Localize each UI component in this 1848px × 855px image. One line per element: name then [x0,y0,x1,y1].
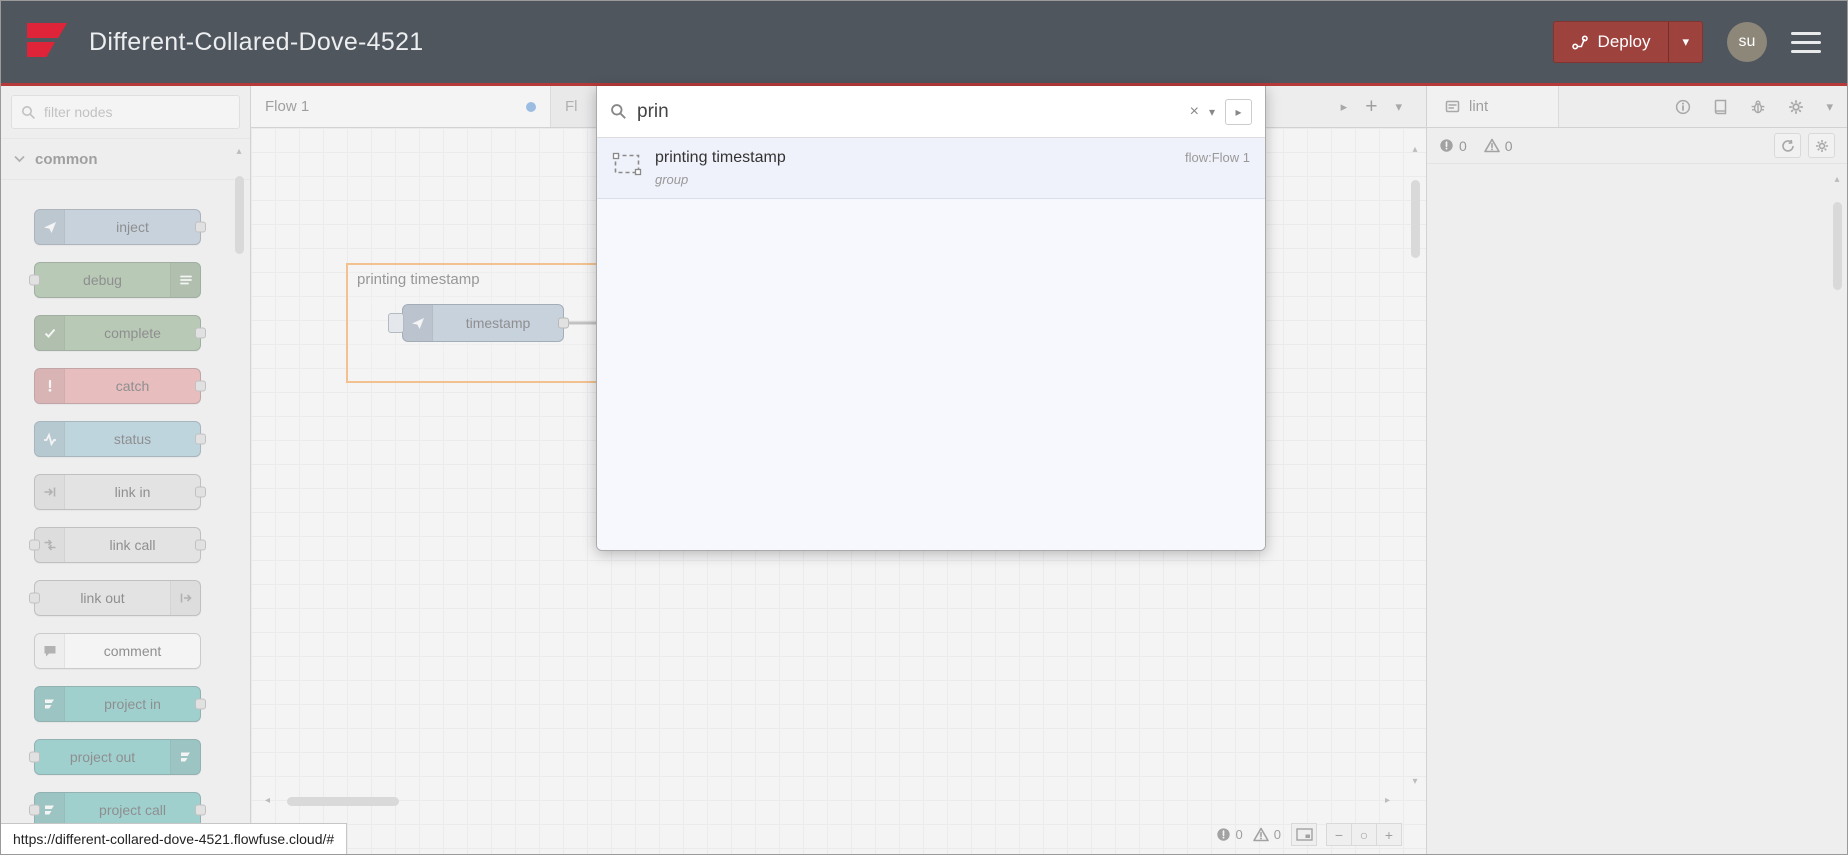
deploy-button-main[interactable]: Deploy [1554,22,1669,62]
search-results-list: printing timestamp flow:Flow 1 group [597,138,1265,550]
search-dialog: × ▾ ▸ printing timestamp flow:Flow 1 gro… [596,86,1266,551]
search-result-flow: flow:Flow 1 [1184,150,1250,165]
flowfuse-logo-icon [27,23,67,61]
search-input[interactable] [637,100,1180,123]
deploy-button[interactable]: Deploy ▾ [1552,21,1703,63]
deploy-icon [1571,34,1588,50]
search-history-caret-icon[interactable]: ▾ [1209,105,1215,119]
deploy-label: Deploy [1597,32,1651,51]
search-options-button[interactable]: ▸ [1225,98,1252,125]
search-result-text: printing timestamp flow:Flow 1 group [655,149,1250,187]
avatar-initials: su [1738,33,1756,50]
main-menu-button[interactable] [1791,31,1821,53]
search-input-row: × ▾ ▸ [597,86,1265,138]
group-icon [612,152,642,187]
clear-search-icon[interactable]: × [1190,103,1199,121]
node-red-editor: Different-Collared-Dove-4521 Deploy ▾ su [0,0,1848,855]
search-icon [610,103,627,120]
user-avatar[interactable]: su [1727,22,1767,62]
chevron-down-icon: ▾ [1682,34,1689,49]
header: Different-Collared-Dove-4521 Deploy ▾ su [1,1,1847,83]
instance-title: Different-Collared-Dove-4521 [89,27,424,56]
search-result-title: printing timestamp [655,149,786,166]
deploy-options-button[interactable]: ▾ [1668,22,1702,62]
search-result-type: group [655,172,689,187]
link-url-text: https://different-collared-dove-4521.flo… [13,831,335,847]
header-actions: Deploy ▾ su [1552,21,1821,63]
browser-link-status: https://different-collared-dove-4521.flo… [1,823,348,854]
search-result-item[interactable]: printing timestamp flow:Flow 1 group [597,138,1265,199]
